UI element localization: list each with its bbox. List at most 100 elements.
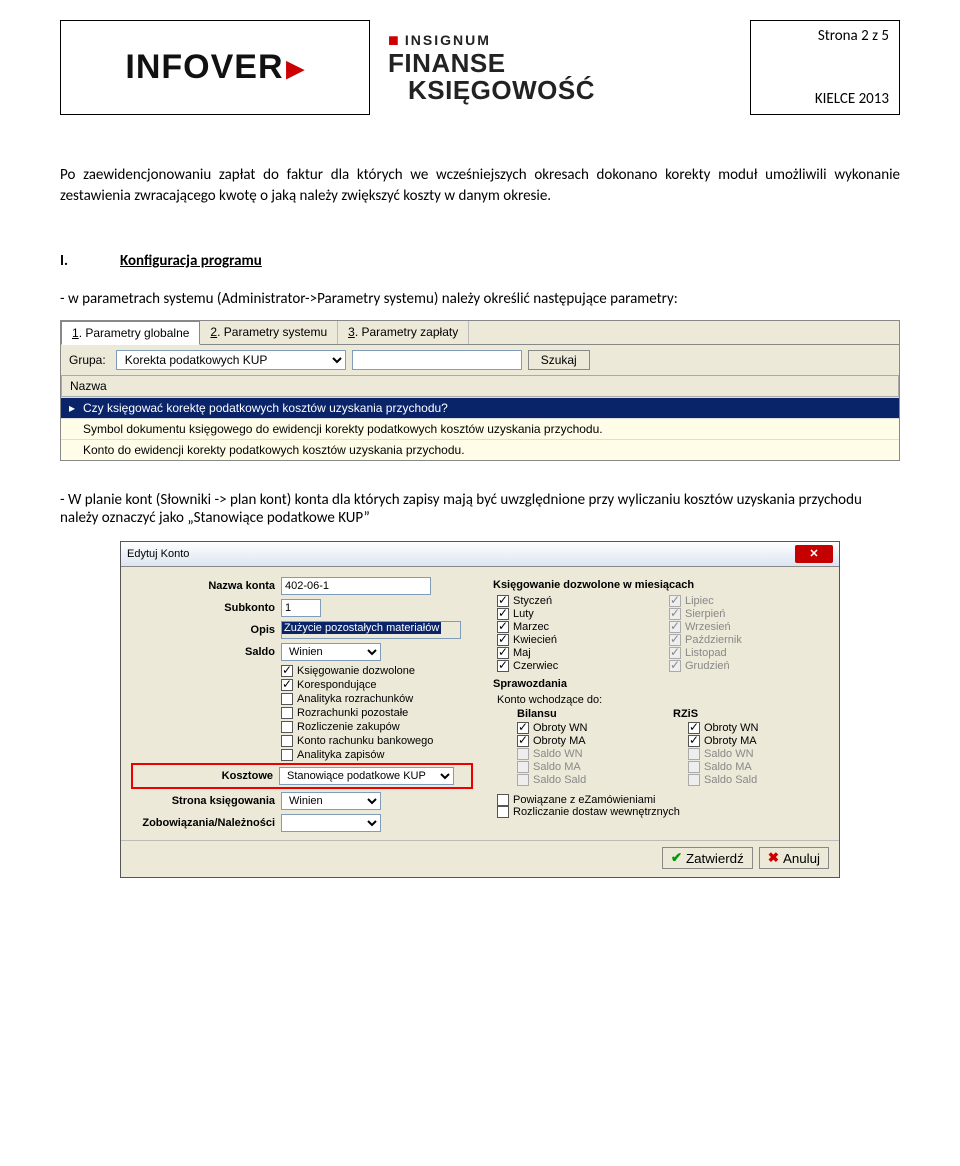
cb-konto-rachunku[interactable]: Konto rachunku bankowego <box>281 735 473 747</box>
infover-logo-text: INFOVER <box>125 48 283 87</box>
x-icon: ✖ <box>768 850 779 866</box>
cb-rozliczanie-dostaw[interactable]: Rozliczanie dostaw wewnętrznych <box>497 806 829 818</box>
months-title: Księgowanie dozwolone w miesiącach <box>493 579 829 591</box>
logo-chevron-icon: ▸ <box>287 48 305 88</box>
kosztowe-select[interactable]: Stanowiące podatkowe KUP <box>279 767 454 785</box>
grid-row-2[interactable]: Konto do ewidencji korekty podatkowych k… <box>61 439 899 460</box>
body-line-2: - W planie kont (Słowniki -> plan kont) … <box>60 491 900 527</box>
grid-cell-1: Symbol dokumentu księgowego do ewidencji… <box>83 422 603 436</box>
tab-1-label: . Parametry globalne <box>79 326 190 340</box>
bil-saldo-ma: Saldo MA <box>517 761 658 773</box>
left-column: Nazwa konta Subkonto OpisZużycie pozosta… <box>131 577 473 836</box>
right-column: Księgowanie dozwolone w miesiącach Stycz… <box>487 577 829 836</box>
spraw-head: Bilansu RZiS <box>517 708 829 720</box>
strona-select[interactable]: Winien <box>281 792 381 810</box>
kosztowe-label: Kosztowe <box>135 770 279 782</box>
subkonto-label: Subkonto <box>131 602 281 614</box>
cb-ksiegowanie-dozwolone[interactable]: Księgowanie dozwolone <box>281 665 473 677</box>
rzis-obroty-wn[interactable]: Obroty WN <box>688 722 829 734</box>
months-grid: Styczeń Lipiec Luty Sierpień Marzec Wrze… <box>497 595 829 672</box>
bil-saldo-sald: Saldo Sald <box>517 774 658 786</box>
zobow-label: Zobowiązania/Należności <box>131 817 281 829</box>
rzis-saldo-sald: Saldo Sald <box>688 774 829 786</box>
cb-analityka-rozrachunkow[interactable]: Analityka rozrachunków <box>281 693 473 705</box>
search-button[interactable]: Szukaj <box>528 350 590 370</box>
cb-ezamowienia[interactable]: Powiązane z eZamówieniami <box>497 794 829 806</box>
spraw-grid: Obroty WN Obroty WN Obroty MA Obroty MA … <box>517 722 829 786</box>
cb-rozrachunki-pozostale[interactable]: Rozrachunki pozostałe <box>281 707 473 719</box>
month-marzec[interactable]: Marzec <box>497 621 657 633</box>
bil-obroty-ma[interactable]: Obroty MA <box>517 735 658 747</box>
nazwa-input[interactable] <box>281 577 431 595</box>
dialog-titlebar: Edytuj Konto ✕ <box>121 542 839 567</box>
saldo-select[interactable]: Winien <box>281 643 381 661</box>
zobow-select[interactable] <box>281 814 381 832</box>
month-listopad: Listopad <box>669 647 829 659</box>
dialog-title: Edytuj Konto <box>127 548 189 560</box>
infover-logo: INFOVER ▸ <box>125 48 304 88</box>
month-grudzien: Grudzień <box>669 660 829 672</box>
col-bilansu: Bilansu <box>517 708 673 720</box>
cancel-button[interactable]: ✖Anuluj <box>759 847 829 869</box>
insignum-label: INSIGNUM <box>405 33 491 48</box>
page-header: INFOVER ▸ ■ INSIGNUM FINANSE KSIĘGOWOŚĆ S… <box>60 20 900 115</box>
nazwa-label: Nazwa konta <box>131 580 281 592</box>
spraw-sub: Konto wchodzące do: <box>497 694 829 706</box>
section-roman: I. <box>60 252 120 270</box>
tab-1[interactable]: 1. Parametry globalne <box>61 321 200 345</box>
kosztowe-row: Kosztowe Stanowiące podatkowe KUP <box>131 763 473 789</box>
page-number: Strona 2 z 5 <box>818 27 889 45</box>
section-title: Konfiguracja programu <box>120 252 262 270</box>
grid-row-0[interactable]: ▸Czy księgować korektę podatkowych koszt… <box>61 397 899 418</box>
subkonto-input[interactable] <box>281 599 321 617</box>
close-icon[interactable]: ✕ <box>795 545 833 563</box>
parameters-screenshot: 1. Parametry globalne 2. Parametry syste… <box>60 320 900 461</box>
rzis-saldo-wn: Saldo WN <box>688 748 829 760</box>
rzis-saldo-ma: Saldo MA <box>688 761 829 773</box>
bil-saldo-wn: Saldo WN <box>517 748 658 760</box>
bil-obroty-wn[interactable]: Obroty WN <box>517 722 658 734</box>
strona-label: Strona księgowania <box>131 795 281 807</box>
search-input[interactable] <box>352 350 522 370</box>
infover-logo-box: INFOVER ▸ <box>60 20 370 115</box>
opis-label: Opis <box>131 624 281 636</box>
month-sierpien: Sierpień <box>669 608 829 620</box>
edit-account-dialog: Edytuj Konto ✕ Nazwa konta Subkonto Opis… <box>120 541 840 878</box>
section-heading: I. Konfiguracja programu <box>60 252 900 270</box>
group-select[interactable]: Korekta podatkowych KUP <box>116 350 346 370</box>
check-icon: ✔ <box>671 850 682 866</box>
dialog-footer: ✔Zatwierdź ✖Anuluj <box>121 840 839 877</box>
month-maj[interactable]: Maj <box>497 647 657 659</box>
opis-input[interactable]: Zużycie pozostałych materiałów <box>282 622 441 634</box>
month-pazdziernik: Październik <box>669 634 829 646</box>
intro-paragraph: Po zaewidencjonowaniu zapłat do faktur d… <box>60 165 900 207</box>
month-kwiecien[interactable]: Kwiecień <box>497 634 657 646</box>
square-icon: ■ <box>388 31 401 50</box>
group-label: Grupa: <box>69 353 106 367</box>
ok-button[interactable]: ✔Zatwierdź <box>662 847 753 869</box>
grid-header: Nazwa <box>61 375 899 397</box>
cb-korespondujace[interactable]: Korespondujące <box>281 679 473 691</box>
filter-row: Grupa: Korekta podatkowych KUP Szukaj <box>61 345 899 375</box>
cb-analityka-zapisow[interactable]: Analityka zapisów <box>281 749 473 761</box>
spraw-title: Sprawozdania <box>493 678 829 690</box>
grid-cell-0: Czy księgować korektę podatkowych kosztó… <box>83 401 448 415</box>
month-styczen[interactable]: Styczeń <box>497 595 657 607</box>
rzis-obroty-ma[interactable]: Obroty MA <box>688 735 829 747</box>
month-lipiec: Lipiec <box>669 595 829 607</box>
saldo-label: Saldo <box>131 646 281 658</box>
tabs-row: 1. Parametry globalne 2. Parametry syste… <box>61 321 899 345</box>
doc-footer-label: KIELCE 2013 <box>815 90 889 108</box>
month-czerwiec[interactable]: Czerwiec <box>497 660 657 672</box>
month-wrzesien: Wrzesień <box>669 621 829 633</box>
params-grid: Nazwa ▸Czy księgować korektę podatkowych… <box>61 375 899 460</box>
cb-rozliczenie-zakupow[interactable]: Rozliczenie zakupów <box>281 721 473 733</box>
body-line-1: - w parametrach systemu (Administrator->… <box>60 290 900 308</box>
tab-2[interactable]: 2. Parametry systemu <box>200 321 338 344</box>
ksiegowosc-label: KSIĘGOWOŚĆ <box>388 77 750 104</box>
grid-cell-2: Konto do ewidencji korekty podatkowych k… <box>83 443 465 457</box>
finanse-label: FINANSE <box>388 50 750 77</box>
grid-row-1[interactable]: Symbol dokumentu księgowego do ewidencji… <box>61 418 899 439</box>
month-luty[interactable]: Luty <box>497 608 657 620</box>
tab-3[interactable]: 3. Parametry zapłaty <box>338 321 469 344</box>
